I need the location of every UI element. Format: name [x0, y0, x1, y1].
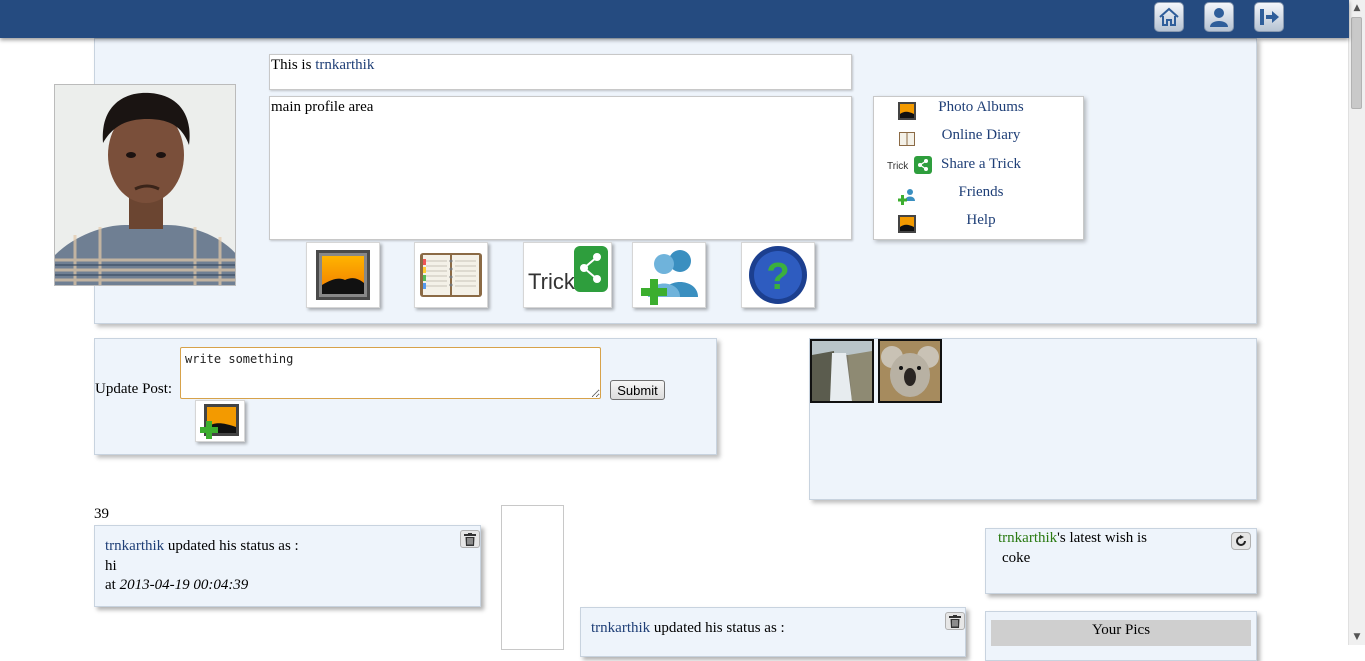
- menu-item-label: Online Diary: [941, 127, 1021, 143]
- your-pics-panel: Your Pics: [985, 611, 1257, 661]
- menu-item-label: Share a Trick: [941, 156, 1021, 172]
- main-profile-area-text: main profile area: [271, 99, 374, 115]
- feed-separator-box: [501, 505, 564, 650]
- vertical-scrollbar[interactable]: ▲ ▼: [1348, 0, 1365, 645]
- status-text: updated his status as :: [650, 620, 785, 636]
- menu-item-friends[interactable]: Friends: [874, 183, 1084, 209]
- refresh-wish-button[interactable]: [1231, 532, 1251, 550]
- profile-name-box: This is trnkarthik: [269, 54, 852, 90]
- help-tile[interactable]: ?: [741, 242, 815, 308]
- add-friend-icon: [641, 250, 698, 305]
- menu-item-label: Photo Albums: [938, 99, 1024, 115]
- photo-album-icon: [316, 250, 370, 300]
- submit-button[interactable]: Submit: [610, 380, 665, 400]
- status-at-label: at: [105, 577, 120, 593]
- add-photo-button[interactable]: [195, 400, 245, 442]
- your-pics-title: Your Pics: [991, 620, 1251, 646]
- status-update-card: trnkarthik updated his status as :: [580, 607, 966, 657]
- svg-text:?: ?: [766, 256, 789, 298]
- refresh-icon: [1236, 535, 1246, 546]
- status-user-link[interactable]: trnkarthik: [105, 538, 164, 554]
- user-icon: [1210, 8, 1228, 27]
- top-navigation-bar: [0, 0, 1349, 38]
- profile-menu: Photo Albums Online Diary Trick Share a …: [873, 96, 1084, 240]
- profile-portrait-image: [55, 85, 235, 285]
- profile-photo[interactable]: [54, 84, 236, 286]
- menu-item-share-a-trick[interactable]: Trick Share a Trick: [874, 155, 1084, 181]
- photo-albums-tile[interactable]: [306, 242, 380, 308]
- scroll-up-arrow-icon[interactable]: ▲: [1349, 0, 1365, 16]
- logout-button[interactable]: [1254, 2, 1284, 32]
- profile-name-prefix: This is: [271, 57, 316, 73]
- latest-wish-card: trnkarthik's latest wish is coke: [985, 528, 1257, 594]
- add-photo-icon: [200, 404, 239, 439]
- status-text: updated his status as :: [164, 538, 299, 554]
- online-diary-tile[interactable]: [414, 242, 488, 308]
- menu-item-online-diary[interactable]: Online Diary: [874, 126, 1084, 152]
- scroll-down-arrow-icon[interactable]: ▼: [1349, 629, 1365, 645]
- koala-image: [880, 341, 940, 401]
- friends-tile[interactable]: [632, 242, 706, 308]
- trick-tile-text: Trick: [528, 269, 575, 294]
- trash-icon: [949, 614, 961, 628]
- home-icon: [1159, 7, 1179, 26]
- post-input[interactable]: [180, 347, 601, 399]
- profile-button[interactable]: [1204, 2, 1234, 32]
- main-profile-area: main profile area: [269, 96, 852, 240]
- menu-item-help[interactable]: Help: [874, 211, 1084, 237]
- waterfall-image: [812, 341, 872, 401]
- menu-item-photo-albums[interactable]: Photo Albums: [874, 98, 1084, 124]
- profile-username-link[interactable]: trnkarthik: [315, 57, 374, 73]
- recent-photos-panel: [809, 338, 1257, 500]
- status-update-card: trnkarthik updated his status as : hi at…: [94, 525, 481, 607]
- delete-status-button[interactable]: [460, 530, 480, 548]
- post-count: 39: [94, 506, 109, 522]
- wish-user-link[interactable]: trnkarthik: [998, 530, 1057, 546]
- share-icon: [574, 246, 608, 292]
- delete-status-button[interactable]: [945, 612, 965, 630]
- menu-item-label: Friends: [958, 184, 1004, 200]
- share-trick-tile[interactable]: Trick: [523, 242, 612, 308]
- photo-thumbnail[interactable]: [810, 339, 874, 403]
- home-button[interactable]: [1154, 2, 1184, 32]
- photo-thumbnail[interactable]: [878, 339, 942, 403]
- status-timestamp: 2013-04-19 00:04:39: [119, 577, 249, 593]
- scroll-thumb[interactable]: [1351, 17, 1362, 109]
- update-post-label: Update Post:: [95, 381, 173, 397]
- status-message: hi: [105, 558, 117, 574]
- logout-icon: [1260, 9, 1279, 25]
- diary-icon: [420, 253, 482, 297]
- wish-text: 's latest wish is: [1057, 530, 1147, 546]
- help-icon: ?: [749, 246, 807, 304]
- menu-item-label: Help: [966, 212, 996, 228]
- status-user-link[interactable]: trnkarthik: [591, 620, 650, 636]
- trash-icon: [464, 532, 476, 546]
- wish-value: coke: [1002, 550, 1031, 566]
